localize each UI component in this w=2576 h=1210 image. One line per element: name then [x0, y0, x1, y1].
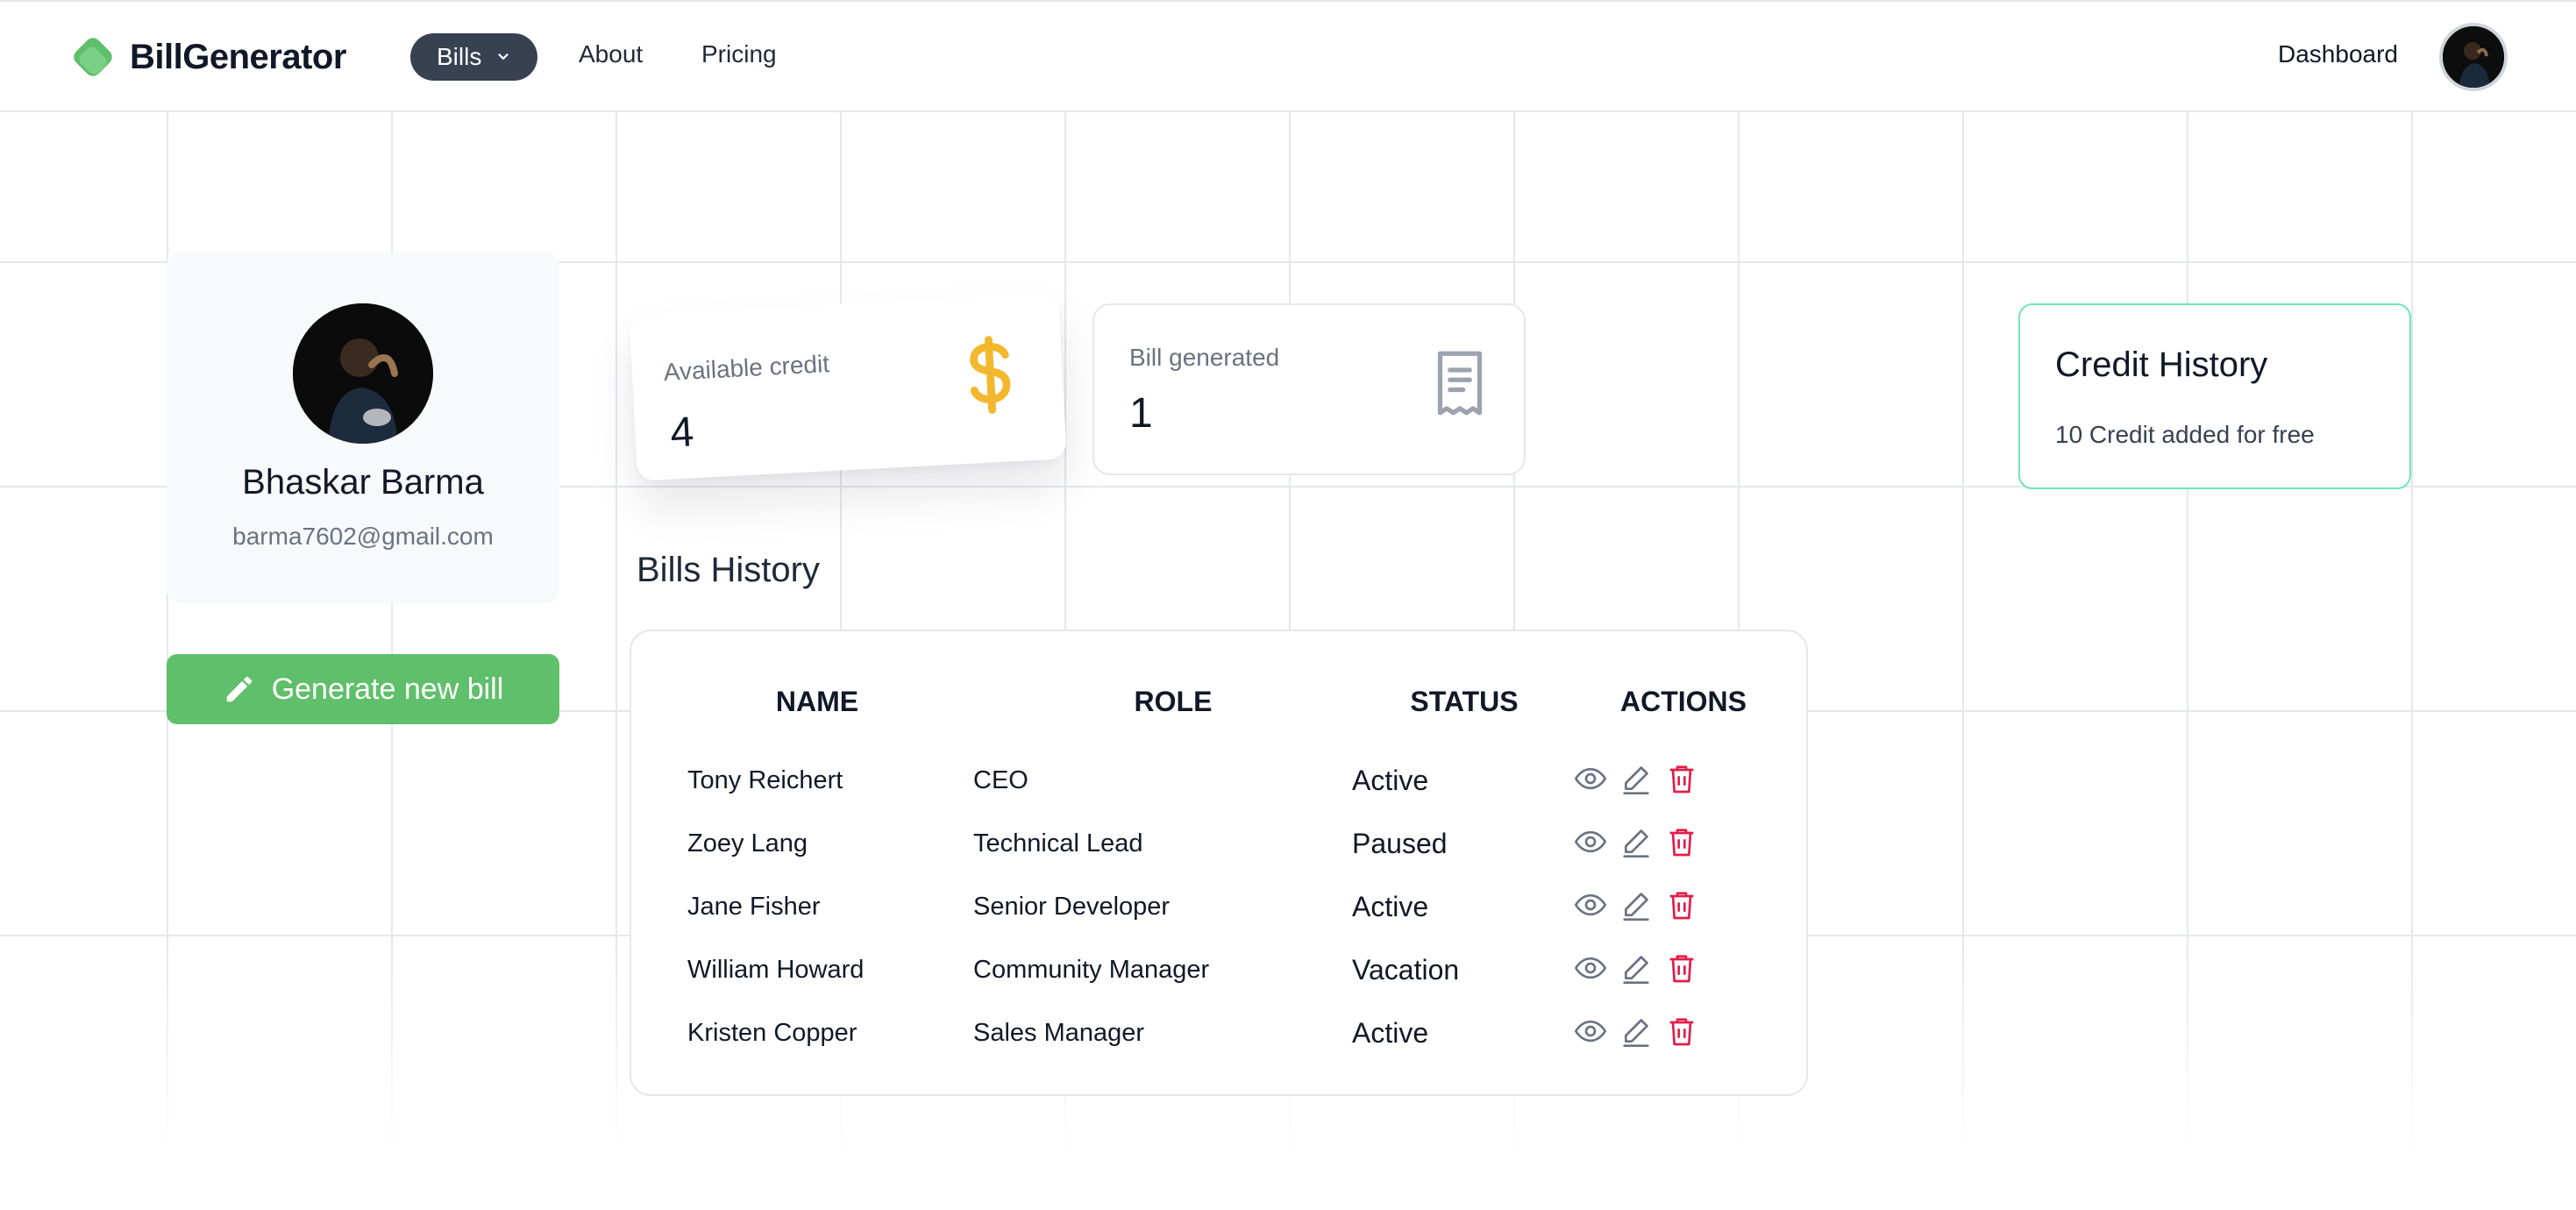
nav-bills-label: Bills	[437, 43, 482, 70]
edit-icon[interactable]	[1619, 761, 1654, 796]
profile-avatar	[293, 303, 433, 444]
edit-icon[interactable]	[1619, 824, 1654, 859]
row-status: Active	[1352, 1017, 1429, 1049]
column-header-name: NAME	[775, 686, 859, 717]
pencil-icon	[226, 676, 252, 702]
row-role: Senior Developer	[973, 893, 1171, 921]
navbar: BillGenerator Bills About Pricing Dashbo…	[0, 2, 2576, 112]
eye-icon[interactable]	[1573, 824, 1608, 859]
eye-icon[interactable]	[1573, 887, 1608, 922]
edit-icon[interactable]	[1619, 1014, 1654, 1049]
edit-icon[interactable]	[1619, 950, 1654, 986]
column-header-status: STATUS	[1410, 686, 1519, 717]
column-header-role: ROLE	[1134, 686, 1213, 717]
chevron-down-icon	[498, 53, 509, 60]
nav-pricing-link[interactable]: Pricing	[701, 40, 777, 68]
eye-icon[interactable]	[1573, 1014, 1608, 1049]
credit-history-card: Credit History 10 Credit added for free	[2018, 303, 2411, 489]
brand-name: BillGenerator	[130, 37, 346, 76]
bills-history-title: Bills History	[637, 551, 820, 589]
row-actions	[1573, 1014, 1710, 1049]
row-role: Sales Manager	[973, 1019, 1145, 1047]
bills-history-table: NAME ROLE STATUS ACTIONS Tony Reichert C…	[630, 630, 1808, 1096]
available-credit-card: Available credit 4	[629, 292, 1067, 481]
nav-dashboard-link[interactable]: Dashboard	[2278, 40, 2398, 68]
user-avatar[interactable]	[2439, 23, 2508, 91]
row-status: Active	[1352, 891, 1429, 922]
column-header-actions: ACTIONS	[1620, 686, 1747, 717]
row-status: Vacation	[1352, 954, 1460, 986]
row-actions	[1573, 761, 1710, 796]
bill-value: 1	[1129, 390, 1153, 437]
table-row: Kristen Copper Sales Manager Active	[631, 1005, 1806, 1068]
receipt-icon	[1437, 351, 1483, 416]
table-row: Zoey Lang Technical Lead Paused	[631, 815, 1806, 879]
bill-generated-card: Bill generated 1	[1092, 303, 1526, 475]
row-role: Community Manager	[973, 956, 1210, 984]
dollar-icon	[970, 336, 1011, 414]
row-name: Jane Fisher	[687, 893, 821, 921]
row-role: Technical Lead	[973, 829, 1143, 858]
row-name: Tony Reichert	[687, 766, 843, 794]
logo-icon	[74, 38, 112, 76]
credit-value: 4	[669, 409, 695, 457]
trash-icon[interactable]	[1664, 824, 1699, 859]
nav-about-link[interactable]: About	[579, 40, 643, 68]
credit-label: Available credit	[663, 350, 830, 386]
row-status: Active	[1352, 765, 1429, 796]
table-row: Tony Reichert CEO Active	[631, 752, 1806, 815]
eye-icon[interactable]	[1573, 950, 1608, 986]
trash-icon[interactable]	[1664, 887, 1699, 922]
avatar-photo-icon	[2443, 26, 2504, 88]
table-row: William Howard Community Manager Vacatio…	[631, 942, 1806, 1005]
row-name: Zoey Lang	[687, 829, 808, 858]
row-name: William Howard	[687, 956, 865, 984]
bill-label: Bill generated	[1129, 344, 1280, 371]
profile-photo-icon	[293, 303, 433, 444]
nav-bills-dropdown[interactable]: Bills	[410, 33, 538, 81]
row-name: Kristen Copper	[687, 1019, 857, 1047]
profile-email: barma7602@gmail.com	[232, 523, 494, 550]
brand-logo[interactable]: BillGenerator	[68, 32, 346, 82]
trash-icon[interactable]	[1664, 761, 1699, 796]
generate-new-bill-button[interactable]: Generate new bill	[167, 654, 559, 724]
edit-icon[interactable]	[1619, 887, 1654, 922]
row-actions	[1573, 950, 1710, 986]
row-role: CEO	[973, 766, 1028, 794]
credit-history-title: Credit History	[2055, 345, 2268, 384]
profile-card: Bhaskar Barma barma7602@gmail.com	[167, 253, 559, 603]
row-actions	[1573, 887, 1710, 922]
trash-icon[interactable]	[1664, 950, 1699, 986]
row-actions	[1573, 824, 1710, 859]
profile-name: Bhaskar Barma	[242, 463, 484, 502]
credit-history-entry: 10 Credit added for free	[2055, 421, 2315, 448]
eye-icon[interactable]	[1573, 761, 1608, 796]
table-row: Jane Fisher Senior Developer Active	[631, 879, 1806, 942]
row-status: Paused	[1352, 828, 1448, 859]
generate-button-label: Generate new bill	[271, 672, 504, 706]
trash-icon[interactable]	[1664, 1014, 1699, 1049]
